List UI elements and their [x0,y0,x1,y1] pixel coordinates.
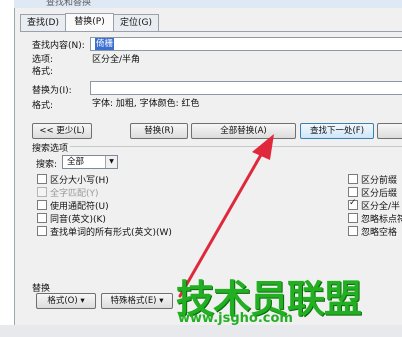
watermark-url: www.jsgho.com [178,311,293,326]
screenshot: 查找和替换 查找(D) 替换(P) 定位(G) 查找内容(N): 倚栅 选项: … [0,0,402,337]
